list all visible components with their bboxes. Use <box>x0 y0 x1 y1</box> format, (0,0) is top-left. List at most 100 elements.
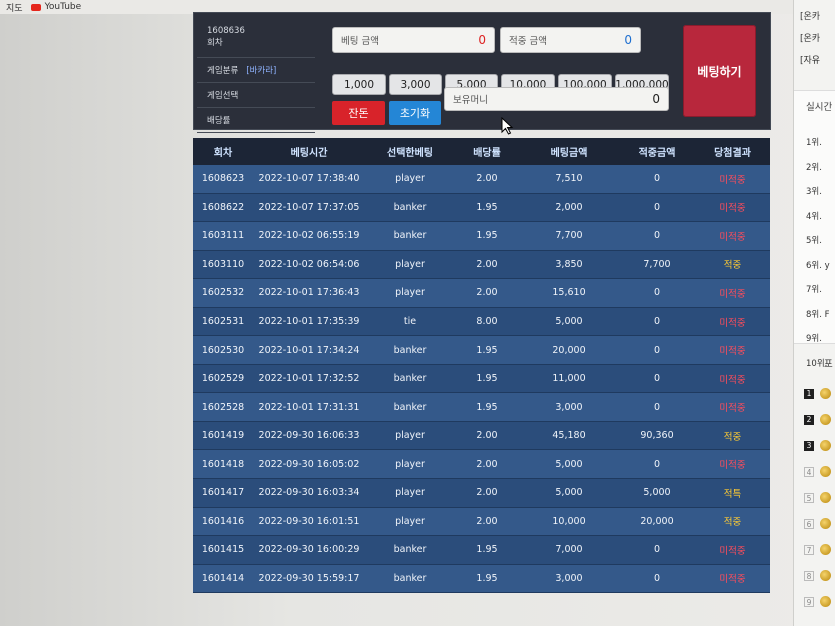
cell-bet-amount: 7,700 <box>555 230 583 242</box>
bet-amount-field[interactable]: 베팅 금액 0 <box>332 27 495 53</box>
table-row: 1603110 2022-10-02 06:54:06 player 2.00 3,85… <box>193 250 770 280</box>
cell-odds: 2.00 <box>476 258 498 270</box>
cell-bet-amount: 3,000 <box>555 401 583 413</box>
youtube-icon <box>30 3 41 11</box>
cell-bet-amount: 5,000 <box>555 487 583 499</box>
header-odds: 배당률 <box>473 148 501 159</box>
cell-result: 미적중 <box>719 288 746 300</box>
header-bet-amount: 베팅금액 <box>550 148 588 159</box>
cell-selected-bet: player <box>395 487 425 499</box>
notice-links: [온카 [온카 [자유 <box>800 6 820 72</box>
cell-selected-bet: banker <box>393 572 427 584</box>
cell-bet-amount: 11,000 <box>552 373 586 385</box>
cell-selected-bet: banker <box>393 401 427 413</box>
rank-number-badge: 8 <box>804 571 814 581</box>
table-row: 1601414 2022-09-30 15:59:17 banker 1.95 3,00… <box>193 564 770 594</box>
realtime-ranking-box: 실시간 1위. 2위. 3위. 4위. 5위. 6위. y 7위. 8위. F … <box>794 90 835 369</box>
odds-row: 배당률 <box>197 108 315 133</box>
notice-link[interactable]: [자유 <box>800 50 820 72</box>
cell-odds: 2.00 <box>476 173 498 185</box>
change-button-label: 잔돈 <box>348 107 369 120</box>
cell-win-amount: 0 <box>653 572 661 584</box>
cell-bet-time: 2022-09-30 16:01:51 <box>258 515 360 527</box>
round-info: 1608636 회차 게임분류 [바카라] 게임선택 배당률 <box>197 17 315 133</box>
category-row: 게임분류 [바카라] <box>197 58 315 83</box>
realtime-ranking-title: 실시간 <box>806 102 833 113</box>
table-row: 1601416 2022-09-30 16:01:51 player 2.00 10,0… <box>193 507 770 537</box>
table-row: 1603111 2022-10-02 06:55:19 banker 1.95 7,70… <box>193 222 770 251</box>
bet-panel: 1608636 회차 게임분류 [바카라] 게임선택 배당률 베팅 금액 0 적… <box>193 12 771 133</box>
rank-number-badge: 1 <box>804 389 814 399</box>
cell-win-amount: 20,000 <box>640 515 674 527</box>
game-select-row[interactable]: 게임선택 <box>197 83 315 108</box>
cell-result: 적중 <box>723 431 742 443</box>
rank-number-badge: 5 <box>804 493 814 503</box>
level-coin-icon <box>820 466 831 477</box>
cell-odds: 1.95 <box>476 373 498 385</box>
cell-round: 1601419 <box>201 430 245 442</box>
header-result: 당첨결과 <box>714 148 751 159</box>
win-amount-value: 0 <box>624 33 632 47</box>
cell-round: 1601416 <box>201 515 245 527</box>
notice-link[interactable]: [온카 <box>800 6 820 28</box>
table-row: 1602529 2022-10-01 17:32:52 banker 1.95 11,0… <box>193 364 770 394</box>
chip-3000-button[interactable]: 3,000 <box>389 74 442 95</box>
cell-round: 1608622 <box>201 201 245 213</box>
cell-bet-time: 2022-10-01 17:34:24 <box>258 344 360 356</box>
cell-odds: 1.95 <box>476 201 498 213</box>
cell-bet-time: 2022-09-30 16:05:02 <box>258 458 360 470</box>
cell-round: 1601417 <box>201 487 245 499</box>
cell-bet-time: 2022-10-01 17:32:52 <box>258 373 360 385</box>
cell-odds: 8.00 <box>476 316 498 327</box>
reset-button-label: 초기화 <box>399 107 431 120</box>
holding-money-value: 0 <box>652 92 660 106</box>
cell-selected-bet: banker <box>393 373 427 385</box>
bookmark-youtube[interactable]: YouTube <box>30 2 81 12</box>
table-row: 1601417 2022-09-30 16:03:34 player 2.00 5,00… <box>193 479 770 508</box>
ranking-item: 5위. <box>806 236 822 246</box>
rank-number-badge: 9 <box>804 597 814 607</box>
ranking-item: 4위. <box>806 211 822 222</box>
cell-win-amount: 90,360 <box>640 430 674 442</box>
cell-win-amount: 0 <box>653 373 661 385</box>
cell-selected-bet: banker <box>393 544 427 556</box>
cell-bet-time: 2022-09-30 15:59:17 <box>258 572 360 584</box>
cell-win-amount: 0 <box>653 230 661 242</box>
cell-round: 1603111 <box>201 230 245 242</box>
ranking-item: 3위. <box>806 187 822 197</box>
cell-selected-bet: player <box>395 515 425 527</box>
notice-link[interactable]: [온카 <box>800 28 820 50</box>
cell-win-amount: 0 <box>653 173 661 185</box>
place-bet-button[interactable]: 베팅하기 <box>683 25 756 117</box>
right-sidebar: [온카 [온카 [자유 실시간 1위. 2위. 3위. 4위. 5위. 6위. … <box>793 0 835 626</box>
cell-win-amount: 5,000 <box>643 487 671 499</box>
level-coin-icon <box>820 596 831 607</box>
change-button[interactable]: 잔돈 <box>332 101 385 125</box>
cell-selected-bet: tie <box>403 316 417 327</box>
win-amount-field: 적중 금액 0 <box>500 27 641 53</box>
level-coin-icon <box>820 492 831 503</box>
cell-selected-bet: player <box>395 458 425 470</box>
cell-round: 1602528 <box>201 401 245 413</box>
cell-result: 미적중 <box>719 460 746 472</box>
cell-odds: 2.00 <box>476 430 498 442</box>
reset-button[interactable]: 초기화 <box>389 101 441 125</box>
ranking-item: 6위. y <box>806 260 830 271</box>
cell-win-amount: 0 <box>653 344 661 356</box>
cell-odds: 1.95 <box>476 572 498 584</box>
cell-result: 적중 <box>723 517 742 529</box>
ranking-item: 2위. <box>806 162 822 173</box>
cell-bet-amount: 5,000 <box>555 458 583 470</box>
level-coin-icon <box>820 518 831 529</box>
header-win-amount: 적중금액 <box>638 148 676 159</box>
round-number: 1608636 <box>207 26 245 36</box>
bookmark-map[interactable]: 지도 <box>6 1 23 14</box>
cell-bet-time: 2022-10-02 06:54:06 <box>258 258 360 270</box>
cell-bet-time: 2022-10-02 06:55:19 <box>258 230 360 242</box>
cell-selected-bet: player <box>395 258 425 270</box>
cell-bet-time: 2022-09-30 16:06:33 <box>258 430 360 442</box>
cell-round: 1602530 <box>201 344 245 356</box>
cell-odds: 1.95 <box>476 401 498 413</box>
chip-1000-button[interactable]: 1,000 <box>332 74 386 95</box>
table-row: 1601415 2022-09-30 16:00:29 banker 1.95 7,00… <box>193 536 770 565</box>
